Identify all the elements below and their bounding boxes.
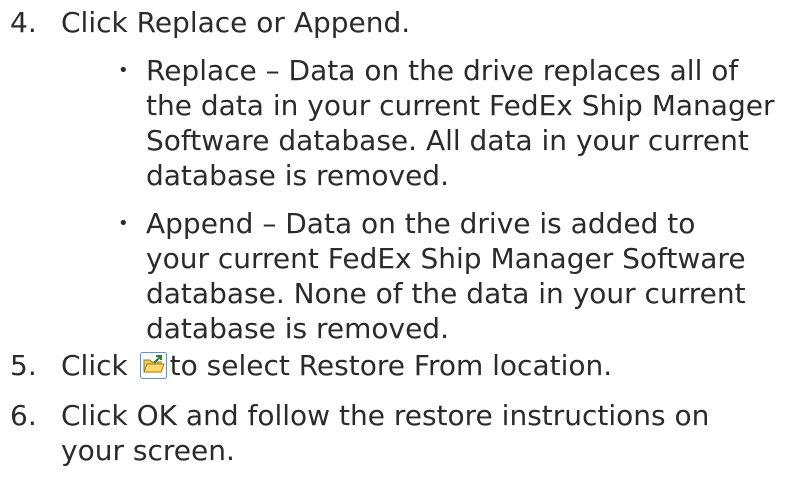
subitem-line: Software database. All data in your curr… bbox=[146, 124, 749, 157]
step-line: Click to select Restore From location. bbox=[61, 348, 781, 383]
step-text: Click Replace or Append. bbox=[61, 5, 781, 40]
step-text: Click OK and follow the restore instruct… bbox=[61, 398, 781, 468]
subitem-line: database is removed. bbox=[146, 159, 449, 192]
step-text: Click to select Restore From location. bbox=[61, 348, 781, 383]
subitem-line: database is removed. bbox=[146, 312, 449, 345]
bullet: • bbox=[118, 213, 129, 234]
step-text-before-icon: Click bbox=[61, 349, 128, 382]
subitem-line: your current FedEx Ship Manager Software bbox=[146, 242, 746, 275]
step-line: your screen. bbox=[61, 434, 235, 467]
subitem-text: Replace – Data on the drive replaces all… bbox=[146, 53, 806, 193]
subitem-line: Append – Data on the drive is added to bbox=[146, 207, 696, 240]
step-text-after-icon: to select Restore From location. bbox=[169, 349, 613, 382]
subitem-line: the data in your current FedEx Ship Mana… bbox=[146, 89, 775, 122]
step-4: 4. Click Replace or Append. bbox=[10, 5, 781, 40]
step-number: 6. bbox=[10, 399, 37, 432]
step-6: 6. Click OK and follow the restore instr… bbox=[10, 398, 781, 468]
step-number: 4. bbox=[10, 6, 37, 39]
replace-subitem: • Replace – Data on the drive replaces a… bbox=[118, 53, 806, 193]
subitem-line: Replace – Data on the drive replaces all… bbox=[146, 54, 739, 87]
bullet: • bbox=[118, 60, 129, 81]
step-line: Click Replace or Append. bbox=[61, 6, 411, 39]
instruction-page: 4. Click Replace or Append. • Replace – … bbox=[0, 0, 806, 497]
open-folder-icon[interactable] bbox=[139, 352, 167, 379]
subitem-text: Append – Data on the drive is added to y… bbox=[146, 206, 806, 346]
append-subitem: • Append – Data on the drive is added to… bbox=[118, 206, 806, 346]
step-number: 5. bbox=[10, 349, 37, 382]
subitem-line: database. None of the data in your curre… bbox=[146, 277, 746, 310]
step-line: Click OK and follow the restore instruct… bbox=[61, 399, 710, 432]
step-5: 5. Click to select Restore From location… bbox=[10, 348, 781, 383]
